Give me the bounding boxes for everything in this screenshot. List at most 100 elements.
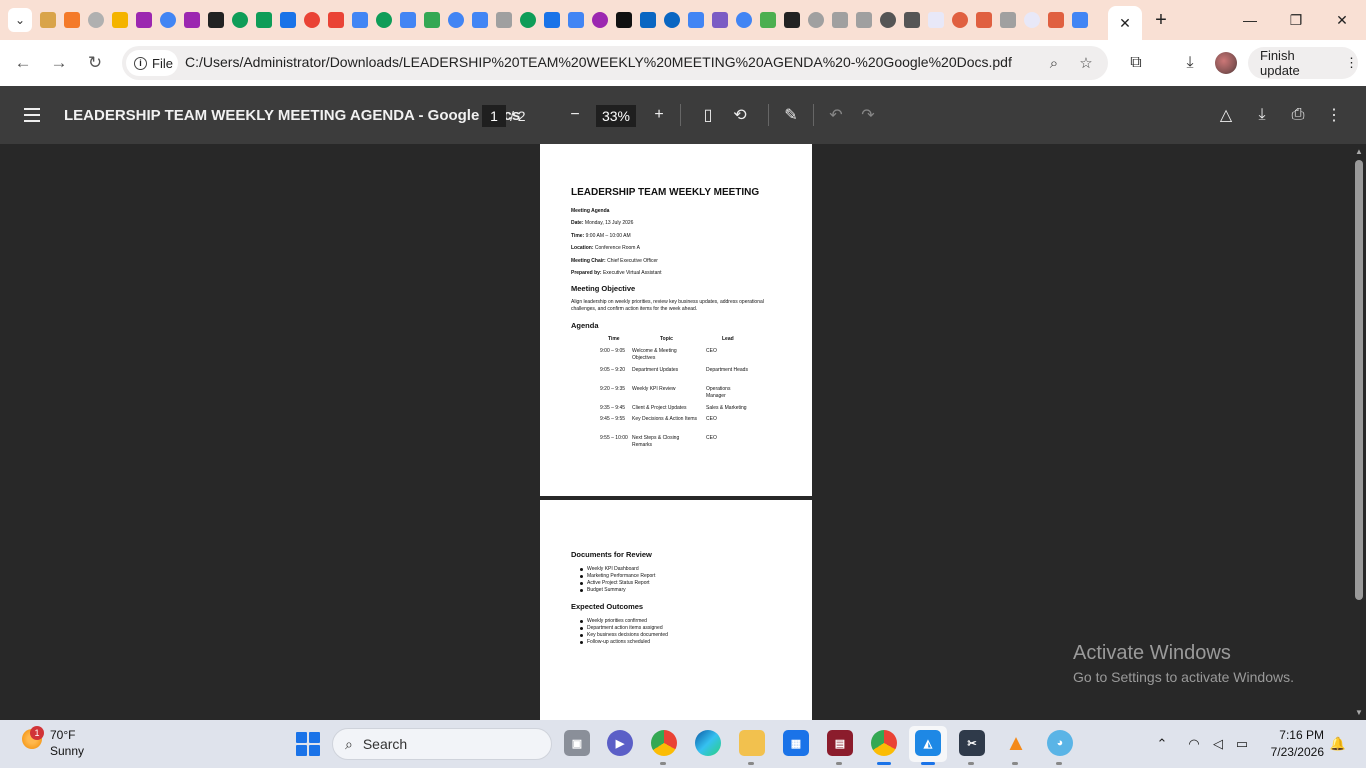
new-tab-button[interactable]: + <box>1150 8 1172 32</box>
close-icon[interactable]: ✕ <box>1119 15 1131 32</box>
battery-icon[interactable]: ▭ <box>1232 734 1252 754</box>
tab-favicon[interactable] <box>614 10 634 30</box>
download-icon[interactable]: ⤓ <box>1178 51 1202 75</box>
tab-favicon[interactable] <box>206 10 226 30</box>
paint-icon[interactable]: ◕ <box>1047 730 1073 756</box>
tab-favicon[interactable] <box>62 10 82 30</box>
close-window-button[interactable]: ✕ <box>1322 6 1362 34</box>
tab-favicon[interactable] <box>590 10 610 30</box>
zoom-icon[interactable]: ⌕ <box>1044 53 1064 73</box>
tab-favicon[interactable] <box>566 10 586 30</box>
chevron-up-icon[interactable]: ⌃ <box>1152 734 1172 754</box>
taskbar-search[interactable]: ⌕ Search <box>332 728 552 760</box>
tab-favicon[interactable] <box>806 10 826 30</box>
tab-favicon[interactable] <box>998 10 1018 30</box>
tab-favicon[interactable] <box>518 10 538 30</box>
minimize-button[interactable]: — <box>1230 6 1270 34</box>
tab-favicon[interactable] <box>782 10 802 30</box>
pdf-viewer[interactable]: LEADERSHIP TEAM WEEKLY MEETING Meeting A… <box>0 144 1366 720</box>
store-icon[interactable]: ▦ <box>783 730 809 756</box>
url-text[interactable]: C:/Users/Administrator/Downloads/LEADERS… <box>185 54 1012 70</box>
tab-favicon[interactable] <box>446 10 466 30</box>
winrar-icon[interactable]: ▤ <box>827 730 853 756</box>
task-view-icon[interactable]: ▣ <box>564 730 590 756</box>
tab-favicon[interactable] <box>374 10 394 30</box>
maximize-button[interactable]: ❐ <box>1276 6 1316 34</box>
tab-favicon[interactable] <box>974 10 994 30</box>
edge-icon[interactable] <box>695 730 721 756</box>
redo-icon[interactable]: ↷ <box>857 104 879 126</box>
undo-icon[interactable]: ↶ <box>825 104 847 126</box>
tab-favicon[interactable] <box>110 10 130 30</box>
more-options-icon[interactable]: ⋮ <box>1323 104 1345 126</box>
address-bar[interactable]: i File C:/Users/Administrator/Downloads/… <box>122 46 1108 80</box>
tab-favicon[interactable] <box>134 10 154 30</box>
finish-update-button[interactable]: Finish update ⋮ <box>1248 47 1358 79</box>
save-to-drive-icon[interactable]: △ <box>1215 104 1237 126</box>
tab-favicon[interactable] <box>302 10 322 30</box>
wifi-icon[interactable]: ◠ <box>1184 734 1204 754</box>
tab-favicon[interactable] <box>38 10 58 30</box>
scroll-up-icon[interactable]: ▲ <box>1353 146 1365 156</box>
weather-condition[interactable]: Sunny <box>50 744 84 758</box>
tab-favicon[interactable] <box>950 10 970 30</box>
tab-favicon[interactable] <box>326 10 346 30</box>
print-icon[interactable]: ⎙ <box>1287 104 1309 126</box>
download-icon[interactable]: ⤓ <box>1251 104 1273 126</box>
reload-button[interactable]: ↻ <box>81 49 109 77</box>
photos-icon[interactable]: ◭ <box>915 730 941 756</box>
start-button[interactable] <box>296 732 320 756</box>
tab-search-button[interactable]: ⌄ <box>8 8 32 32</box>
zoom-in-button[interactable]: + <box>648 104 670 126</box>
tab-favicon[interactable] <box>926 10 946 30</box>
tab-favicon[interactable] <box>710 10 730 30</box>
forward-button[interactable]: → <box>45 49 73 77</box>
tab-favicon[interactable] <box>758 10 778 30</box>
zoom-input[interactable]: 33% <box>596 105 636 127</box>
tab-favicon[interactable] <box>878 10 898 30</box>
star-icon[interactable]: ☆ <box>1076 53 1096 73</box>
tab-favicon[interactable] <box>470 10 490 30</box>
weather-temperature[interactable]: 70°F <box>50 728 75 742</box>
tab-favicon[interactable] <box>254 10 274 30</box>
clock[interactable]: 7:16 PM 7/23/2026 <box>1264 727 1324 761</box>
tab-favicon[interactable] <box>350 10 370 30</box>
volume-icon[interactable]: ◁ <box>1208 734 1228 754</box>
profile-avatar[interactable] <box>1215 52 1237 74</box>
tab-favicon[interactable] <box>182 10 202 30</box>
teams-icon[interactable]: ▶ <box>607 730 633 756</box>
annotate-pen-icon[interactable]: ✎ <box>780 104 802 126</box>
fit-page-icon[interactable]: ▯ <box>697 104 719 126</box>
notification-bell-icon[interactable]: 🔔 <box>1328 734 1348 754</box>
tab-favicon[interactable] <box>830 10 850 30</box>
zoom-out-button[interactable]: − <box>564 104 586 126</box>
tab-favicon[interactable] <box>494 10 514 30</box>
rotate-icon[interactable]: ⟲ <box>729 104 751 126</box>
tab-favicon[interactable] <box>86 10 106 30</box>
extensions-icon[interactable]: ⧉ <box>1124 51 1148 75</box>
chrome-profile-icon[interactable] <box>871 730 897 756</box>
sidebar-menu-icon[interactable] <box>22 105 42 125</box>
tab-favicon[interactable] <box>638 10 658 30</box>
scroll-down-icon[interactable]: ▼ <box>1353 707 1365 717</box>
scrollbar-thumb[interactable] <box>1355 160 1363 600</box>
active-tab[interactable]: ✕ <box>1108 6 1142 40</box>
tab-favicon[interactable] <box>158 10 178 30</box>
tab-favicon[interactable] <box>278 10 298 30</box>
snipping-tool-icon[interactable]: ✂ <box>959 730 985 756</box>
tab-favicon[interactable] <box>230 10 250 30</box>
tab-favicon[interactable] <box>422 10 442 30</box>
chrome-icon[interactable] <box>651 730 677 756</box>
tab-favicon[interactable] <box>734 10 754 30</box>
tab-favicon[interactable] <box>398 10 418 30</box>
file-explorer-icon[interactable] <box>739 730 765 756</box>
tab-favicon[interactable] <box>662 10 682 30</box>
tab-favicon[interactable] <box>542 10 562 30</box>
tab-favicon[interactable] <box>1022 10 1042 30</box>
back-button[interactable]: ← <box>9 49 37 77</box>
vlc-icon[interactable]: ▲ <box>1003 730 1029 756</box>
tab-favicon[interactable] <box>1046 10 1066 30</box>
site-info-chip[interactable]: i File <box>126 50 178 76</box>
tab-favicon[interactable] <box>686 10 706 30</box>
tab-favicon[interactable] <box>1070 10 1090 30</box>
